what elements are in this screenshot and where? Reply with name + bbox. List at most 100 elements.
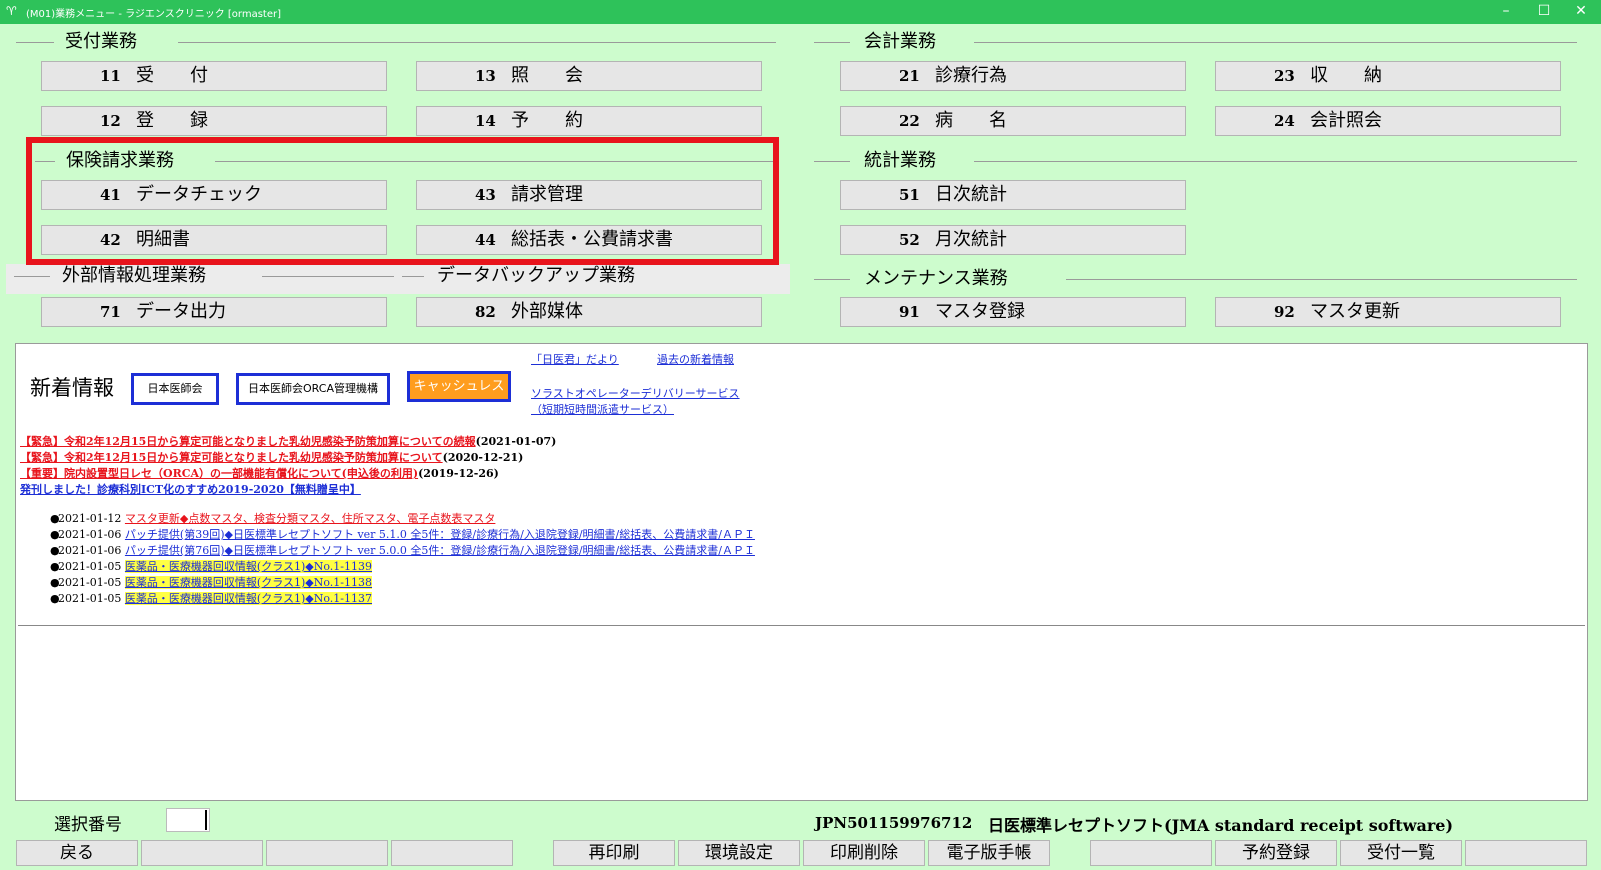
update-news-link[interactable]: 医薬品・医療機器回収情報(クラス1)◆No.1-1138 bbox=[124, 576, 373, 589]
menu-label: 登 録 bbox=[136, 110, 208, 131]
institution-code: JPN501159976712 bbox=[815, 814, 973, 832]
select-number-input[interactable] bbox=[166, 808, 210, 832]
update-news-link[interactable]: 医薬品・医療機器回収情報(クラス1)◆No.1-1137 bbox=[124, 592, 373, 605]
menu-button-14[interactable]: 14 予 約 bbox=[416, 106, 762, 136]
menu-button-11[interactable]: 11 受 付 bbox=[41, 61, 387, 91]
maximize-button[interactable]: ☐ bbox=[1524, 0, 1564, 24]
update-news-item: ●2021-01-05 医薬品・医療機器回収情報(クラス1)◆No.1-1137 bbox=[50, 590, 373, 606]
f11-reception-list-button[interactable]: 受付一覧 bbox=[1340, 840, 1462, 866]
menu-button-12[interactable]: 12 登 録 bbox=[41, 106, 387, 136]
menu-number: 13 bbox=[475, 67, 496, 85]
menu-button-41[interactable]: 41 データチェック bbox=[41, 180, 387, 210]
menu-number: 91 bbox=[899, 303, 920, 321]
f4-button[interactable] bbox=[391, 840, 513, 866]
menu-number: 41 bbox=[100, 186, 121, 204]
f1-back-button[interactable]: 戻る bbox=[16, 840, 138, 866]
f10-reservation-button[interactable]: 予約登録 bbox=[1215, 840, 1337, 866]
menu-label: 予 約 bbox=[511, 110, 583, 131]
menu-button-71[interactable]: 71 データ出力 bbox=[41, 297, 387, 327]
f12-button[interactable] bbox=[1465, 840, 1587, 866]
menu-button-13[interactable]: 13 照 会 bbox=[416, 61, 762, 91]
update-news-date: 2021-01-06 bbox=[58, 544, 122, 557]
software-name: 日医標準レセプトソフト(JMA standard receipt softwar… bbox=[988, 816, 1454, 835]
menu-button-24[interactable]: 24 会計照会 bbox=[1215, 106, 1561, 136]
f7-print-delete-button[interactable]: 印刷削除 bbox=[803, 840, 925, 866]
update-news-link[interactable]: パッチ提供(第76回)◆日医標準レセプトソフト ver 5.0.0 全5件：登録… bbox=[125, 544, 755, 557]
menu-button-42[interactable]: 42 明細書 bbox=[41, 225, 387, 255]
past-news-link[interactable]: 過去の新着情報 bbox=[657, 351, 734, 367]
menu-button-43[interactable]: 43 請求管理 bbox=[416, 180, 762, 210]
update-news-date: 2021-01-05 bbox=[58, 560, 122, 573]
f9-button[interactable] bbox=[1090, 840, 1212, 866]
update-news-link[interactable]: パッチ提供(第39回)◆日医標準レセプトソフト ver 5.1.0 全5件：登録… bbox=[125, 528, 755, 541]
menu-number: 22 bbox=[899, 112, 920, 130]
menu-button-92[interactable]: 92 マスタ更新 bbox=[1215, 297, 1561, 327]
orca-button[interactable]: 日本医師会ORCA管理機構 bbox=[236, 373, 390, 405]
news-divider bbox=[18, 625, 1585, 626]
section-maintenance: メンテナンス業務 bbox=[814, 267, 1577, 291]
menu-button-52[interactable]: 52 月次統計 bbox=[840, 225, 1186, 255]
update-news-item: ●2021-01-12 マスタ更新◆点数マスタ、検査分類マスタ、住所マスタ、電子… bbox=[50, 510, 495, 526]
urgent-news-link[interactable]: 発刊しました！診療科別ICT化のすすめ2019-2020【無料贈呈中】 bbox=[20, 483, 361, 496]
menu-label: 診療行為 bbox=[935, 65, 1007, 86]
menu-label: 総括表・公費請求書 bbox=[511, 229, 673, 250]
menu-label: データチェック bbox=[136, 184, 262, 205]
urgent-news-date: (2019-12-26) bbox=[418, 467, 499, 480]
menu-number: 44 bbox=[475, 231, 496, 249]
bullet-icon: ● bbox=[50, 528, 60, 541]
section-kaikei: 会計業務 bbox=[814, 30, 1577, 54]
f8-e-notebook-button[interactable]: 電子版手帳 bbox=[928, 840, 1050, 866]
minimize-button[interactable]: – bbox=[1486, 0, 1526, 24]
menu-button-82[interactable]: 82 外部媒体 bbox=[416, 297, 762, 327]
update-news-link[interactable]: 医薬品・医療機器回収情報(クラス1)◆No.1-1139 bbox=[124, 560, 373, 573]
section-title: 保険請求業務 bbox=[66, 150, 174, 171]
f5-reprint-button[interactable]: 再印刷 bbox=[553, 840, 675, 866]
window-title: (M01)業務メニュー - ラジエンスクリニック [ormaster] bbox=[26, 9, 282, 20]
menu-label: 病 名 bbox=[935, 110, 1007, 131]
bullet-icon: ● bbox=[50, 512, 60, 525]
dayori-link[interactable]: 「日医君」だより bbox=[531, 351, 619, 367]
menu-button-22[interactable]: 22 病 名 bbox=[840, 106, 1186, 136]
menu-number: 51 bbox=[899, 186, 920, 204]
update-news-date: 2021-01-05 bbox=[58, 592, 122, 605]
menu-number: 12 bbox=[100, 112, 121, 130]
solarst-link[interactable]: ソラストオペレーターデリバリーサービス bbox=[531, 385, 740, 401]
f6-settings-button[interactable]: 環境設定 bbox=[678, 840, 800, 866]
update-news-item: ●2021-01-05 医薬品・医療機器回収情報(クラス1)◆No.1-1138 bbox=[50, 574, 373, 590]
menu-button-91[interactable]: 91 マスタ登録 bbox=[840, 297, 1186, 327]
menu-label: マスタ更新 bbox=[1310, 301, 1400, 322]
update-news-link[interactable]: マスタ更新◆点数マスタ、検査分類マスタ、住所マスタ、電子点数表マスタ bbox=[125, 512, 495, 525]
close-button[interactable]: ✕ bbox=[1561, 0, 1601, 24]
menu-button-21[interactable]: 21 診療行為 bbox=[840, 61, 1186, 91]
menu-number: 92 bbox=[1274, 303, 1295, 321]
urgent-news-item: 【重要】院内設置型日レセ（ORCA）の一部機能有償化について(申込後の利用)(2… bbox=[20, 465, 499, 481]
menu-button-51[interactable]: 51 日次統計 bbox=[840, 180, 1186, 210]
menu-button-23[interactable]: 23 収 納 bbox=[1215, 61, 1561, 91]
select-number-label: 選択番号 bbox=[54, 815, 122, 835]
menu-button-44[interactable]: 44 総括表・公費請求書 bbox=[416, 225, 762, 255]
section-title: 外部情報処理業務 bbox=[62, 265, 206, 286]
menu-label: 受 付 bbox=[136, 65, 208, 86]
menu-number: 21 bbox=[899, 67, 920, 85]
urgent-news-link[interactable]: 【緊急】令和2年12月15日から算定可能となりました乳幼児感染予防策加算について bbox=[20, 451, 443, 464]
urgent-news-link[interactable]: 【緊急】令和2年12月15日から算定可能となりました乳幼児感染予防策加算について… bbox=[20, 435, 476, 448]
section-title: メンテナンス業務 bbox=[864, 268, 1008, 289]
jma-button[interactable]: 日本医師会 bbox=[131, 373, 219, 405]
f3-button[interactable] bbox=[266, 840, 388, 866]
update-news-item: ●2021-01-05 医薬品・医療機器回収情報(クラス1)◆No.1-1139 bbox=[50, 558, 373, 574]
menu-number: 11 bbox=[100, 67, 121, 85]
menu-label: 収 納 bbox=[1310, 65, 1382, 86]
urgent-news-item: 【緊急】令和2年12月15日から算定可能となりました乳幼児感染予防策加算について… bbox=[20, 433, 556, 449]
news-panel: 新着情報 日本医師会 日本医師会ORCA管理機構 キャッシュレス 「日医君」だよ… bbox=[15, 343, 1588, 801]
menu-number: 82 bbox=[475, 303, 496, 321]
cashless-button[interactable]: キャッシュレス bbox=[407, 371, 511, 402]
app-icon: ♈ bbox=[6, 4, 17, 18]
section-toukei: 統計業務 bbox=[814, 149, 1577, 173]
menu-number: 71 bbox=[100, 303, 121, 321]
bullet-icon: ● bbox=[50, 576, 60, 589]
update-news-date: 2021-01-05 bbox=[58, 576, 122, 589]
urgent-news-link[interactable]: 【重要】院内設置型日レセ（ORCA）の一部機能有償化について(申込後の利用) bbox=[20, 467, 418, 480]
f2-button[interactable] bbox=[141, 840, 263, 866]
section-backup: データバックアップ業務 bbox=[402, 264, 782, 288]
solarst-link-sub[interactable]: （短期短時間派遣サービス） bbox=[531, 401, 674, 417]
